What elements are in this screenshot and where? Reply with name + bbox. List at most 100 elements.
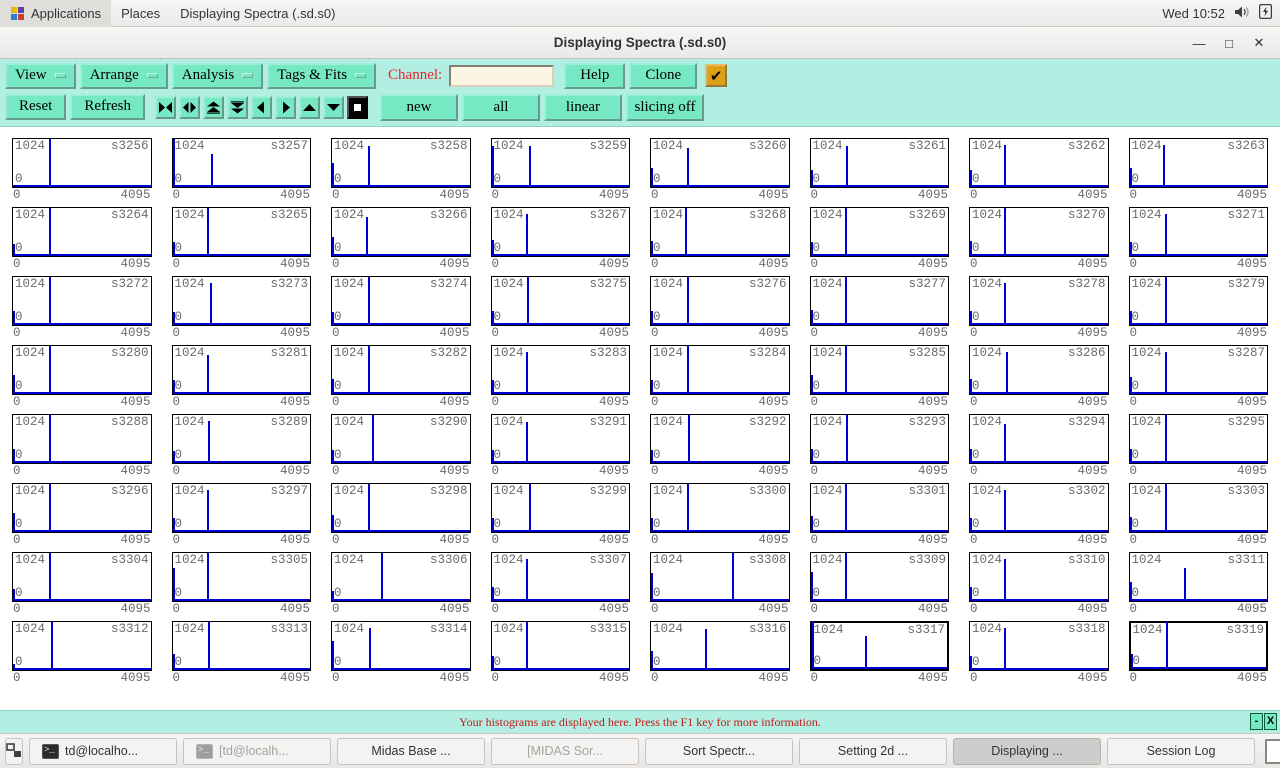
minimize-button[interactable]: — (1184, 30, 1214, 56)
channel-input[interactable] (449, 65, 554, 87)
spectrum-panel[interactable]: 1024s3284004095 (644, 342, 796, 411)
spectrum-panel[interactable]: 1024s3292004095 (644, 411, 796, 480)
spectrum-plot[interactable]: 1024s32830 (491, 345, 631, 395)
spectrum-panel[interactable]: 1024s3285004095 (804, 342, 956, 411)
spectrum-panel[interactable]: 1024s3270004095 (963, 204, 1115, 273)
close-button[interactable]: ✕ (1244, 30, 1274, 56)
spectrum-plot[interactable]: 1024s33090 (810, 552, 950, 602)
spectrum-plot[interactable]: 1024s33150 (491, 621, 631, 671)
spectrum-panel[interactable]: 1024s3319004095 (1123, 618, 1275, 687)
menu-button-view[interactable]: View (5, 63, 76, 89)
spectrum-plot[interactable]: 1024s33130 (172, 621, 312, 671)
spectrum-plot[interactable]: 1024s32560 (12, 138, 152, 188)
workspace-cell[interactable] (1265, 739, 1280, 764)
spectrum-plot[interactable]: 1024s32920 (650, 414, 790, 464)
spectrum-panel[interactable]: 1024s3269004095 (804, 204, 956, 273)
spectrum-panel[interactable]: 1024s3298004095 (325, 480, 477, 549)
spectrum-panel[interactable]: 1024s3256004095 (6, 135, 158, 204)
spectrum-plot[interactable]: 1024s32700 (969, 207, 1109, 257)
spectrum-plot[interactable]: 1024s33020 (969, 483, 1109, 533)
spectrum-plot[interactable]: 1024s32570 (172, 138, 312, 188)
spectrum-panel[interactable]: 1024s3296004095 (6, 480, 158, 549)
double-up-icon[interactable] (203, 96, 224, 119)
spectrum-plot[interactable]: 1024s32770 (810, 276, 950, 326)
taskbar-item[interactable]: Session Log (1107, 738, 1255, 765)
spectrum-plot[interactable]: 1024s32780 (969, 276, 1109, 326)
spectrum-plot[interactable]: 1024s33070 (491, 552, 631, 602)
spectrum-plot[interactable]: 1024s32860 (969, 345, 1109, 395)
spectrum-plot[interactable]: 1024s32690 (810, 207, 950, 257)
menu-button-arrange[interactable]: Arrange (80, 63, 168, 89)
spectrum-plot[interactable]: 1024s32670 (491, 207, 631, 257)
places-menu[interactable]: Places (111, 0, 170, 27)
spectrum-plot[interactable]: 1024s33140 (331, 621, 471, 671)
spectrum-panel[interactable]: 1024s3300004095 (644, 480, 796, 549)
spectrum-panel[interactable]: 1024s3262004095 (963, 135, 1115, 204)
spectrum-plot[interactable]: 1024s32840 (650, 345, 790, 395)
spectrum-plot[interactable]: 1024s33160 (650, 621, 790, 671)
spectrum-plot[interactable]: 1024s32760 (650, 276, 790, 326)
spectrum-plot[interactable]: 1024s33060 (331, 552, 471, 602)
spectrum-plot[interactable]: 1024s32600 (650, 138, 790, 188)
taskbar-item[interactable]: Sort Spectr... (645, 738, 793, 765)
spectrum-panel[interactable]: 1024s3316004095 (644, 618, 796, 687)
spectrum-plot[interactable]: 1024s32900 (331, 414, 471, 464)
clone-button[interactable]: Clone (629, 63, 697, 89)
spectrum-plot[interactable]: 1024s32970 (172, 483, 312, 533)
spectrum-panel[interactable]: 1024s3290004095 (325, 411, 477, 480)
spectrum-panel[interactable]: 1024s3307004095 (485, 549, 637, 618)
spectrum-plot[interactable]: 1024s32590 (491, 138, 631, 188)
spectrum-plot[interactable]: 1024s32950 (1129, 414, 1269, 464)
spectrum-panel[interactable]: 1024s3287004095 (1123, 342, 1275, 411)
spectrum-plot[interactable]: 1024s32930 (810, 414, 950, 464)
spectrum-panel[interactable]: 1024s3274004095 (325, 273, 477, 342)
spectrum-plot[interactable]: 1024s32960 (12, 483, 152, 533)
spectrum-panel[interactable]: 1024s3301004095 (804, 480, 956, 549)
spectrum-plot[interactable]: 1024s32940 (969, 414, 1109, 464)
spectrum-panel[interactable]: 1024s3297004095 (166, 480, 318, 549)
spectrum-panel[interactable]: 1024s3277004095 (804, 273, 956, 342)
mode-button-linear[interactable]: linear (544, 94, 622, 121)
spectrum-panel[interactable]: 1024s3302004095 (963, 480, 1115, 549)
spectrum-panel[interactable]: 1024s3266004095 (325, 204, 477, 273)
spectrum-plot[interactable]: 1024s33010 (810, 483, 950, 533)
menu-button-tags-and-fits[interactable]: Tags & Fits (267, 63, 376, 89)
spectrum-panel[interactable]: 1024s3268004095 (644, 204, 796, 273)
spectrum-panel[interactable]: 1024s3271004095 (1123, 204, 1275, 273)
spectrum-plot[interactable]: 1024s32850 (810, 345, 950, 395)
spectrum-plot[interactable]: 1024s32810 (172, 345, 312, 395)
spectrum-plot[interactable]: 1024s32640 (12, 207, 152, 257)
spectrum-plot[interactable]: 1024s33100 (969, 552, 1109, 602)
spectrum-plot[interactable]: 1024s33030 (1129, 483, 1269, 533)
refresh-button[interactable]: Refresh (70, 94, 145, 120)
taskbar-item[interactable]: >_[td@localh... (183, 738, 331, 765)
spectrum-plot[interactable]: 1024s32720 (12, 276, 152, 326)
spectrum-plot[interactable]: 1024s32980 (331, 483, 471, 533)
taskbar-item[interactable]: [MIDAS Sor... (491, 738, 639, 765)
spectrum-plot[interactable]: 1024s33040 (12, 552, 152, 602)
reset-button[interactable]: Reset (5, 94, 66, 120)
spectrum-panel[interactable]: 1024s3289004095 (166, 411, 318, 480)
spectrum-panel[interactable]: 1024s3306004095 (325, 549, 477, 618)
spectrum-plot[interactable]: 1024s32820 (331, 345, 471, 395)
spectrum-plot[interactable]: 1024s32650 (172, 207, 312, 257)
spectrum-plot[interactable]: 1024s32660 (331, 207, 471, 257)
clock[interactable]: Wed 10:52 (1162, 6, 1225, 21)
checkbox-toggle[interactable]: ✔ (705, 64, 727, 87)
spectrum-plot[interactable]: 1024s32790 (1129, 276, 1269, 326)
spectrum-panel[interactable]: 1024s3275004095 (485, 273, 637, 342)
spectrum-plot[interactable]: 1024s32580 (331, 138, 471, 188)
spectrum-plot[interactable]: 1024s33180 (969, 621, 1109, 671)
taskbar-item[interactable]: Midas Base ... (337, 738, 485, 765)
spectrum-plot[interactable]: 1024s32880 (12, 414, 152, 464)
spectrum-panel[interactable]: 1024s3276004095 (644, 273, 796, 342)
spectrum-panel[interactable]: 1024s3309004095 (804, 549, 956, 618)
spectrum-plot[interactable]: 1024s32910 (491, 414, 631, 464)
spectrum-panel[interactable]: 1024s3317004095 (804, 618, 956, 687)
spectrum-panel[interactable]: 1024s3311004095 (1123, 549, 1275, 618)
spectrum-panel[interactable]: 1024s3291004095 (485, 411, 637, 480)
spectrum-panel[interactable]: 1024s3314004095 (325, 618, 477, 687)
spectrum-plot[interactable]: 1024s33170 (810, 621, 950, 671)
spectrum-plot[interactable]: 1024s32870 (1129, 345, 1269, 395)
status-close-button[interactable]: X (1264, 713, 1277, 730)
